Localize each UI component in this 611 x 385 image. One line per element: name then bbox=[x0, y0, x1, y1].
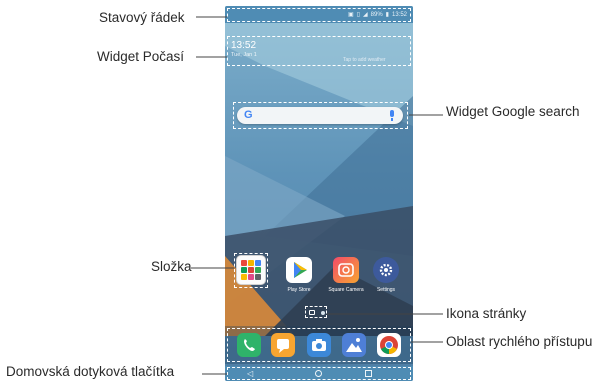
callout-lines bbox=[191, 16, 443, 375]
